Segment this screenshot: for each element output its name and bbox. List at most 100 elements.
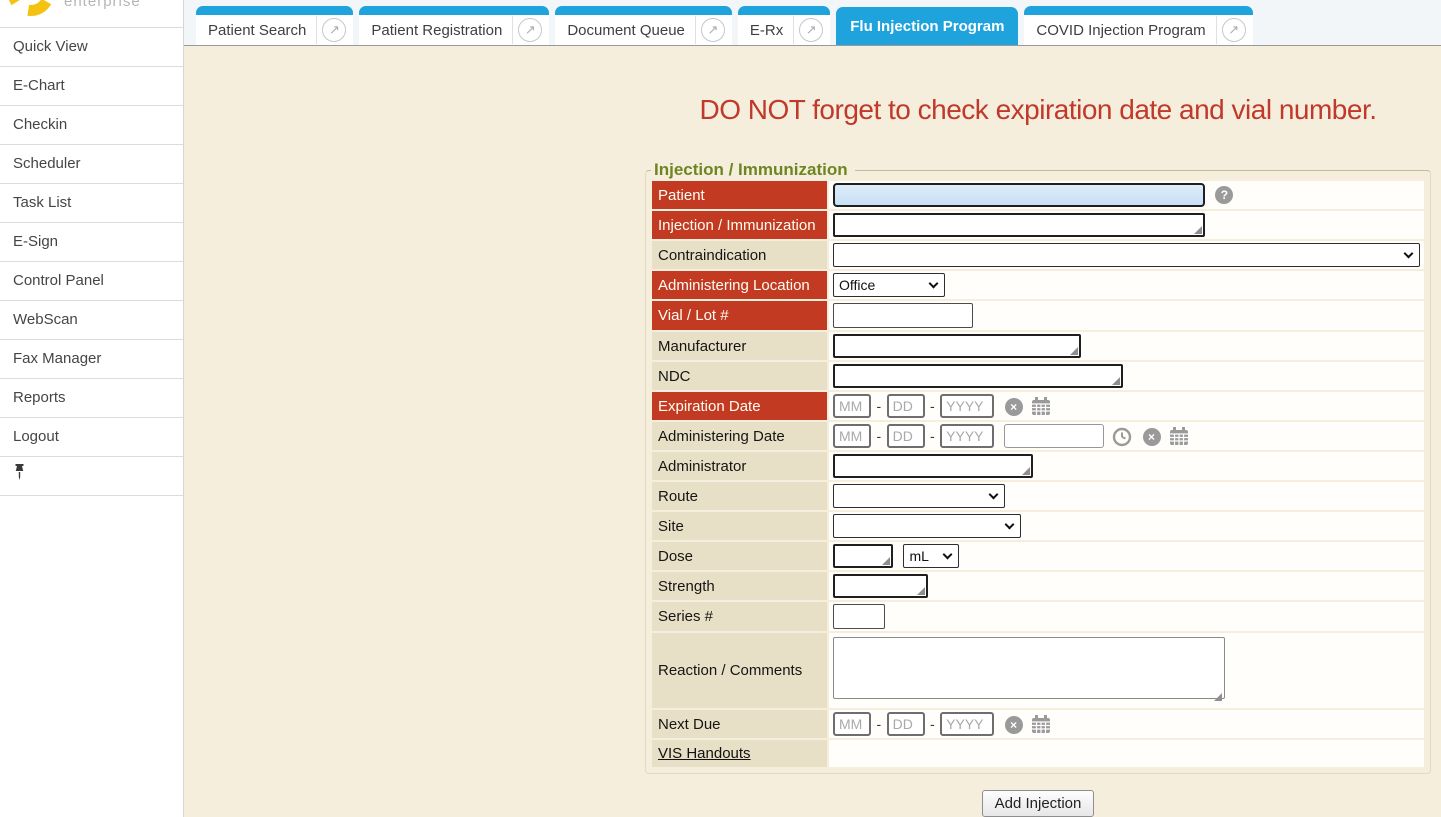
- route-select[interactable]: [833, 484, 1005, 508]
- table-row: Next Due - - ×: [652, 710, 1424, 738]
- tab-separator: [316, 16, 317, 44]
- next-due-year-input[interactable]: [940, 712, 994, 736]
- popout-arrow-icon[interactable]: ↗: [322, 18, 346, 42]
- pin-sidebar-button[interactable]: [0, 457, 183, 496]
- field-label-contraindication: Contraindication: [652, 241, 827, 269]
- ndc-input[interactable]: [833, 364, 1123, 388]
- calendar-icon[interactable]: [1031, 397, 1051, 417]
- next-due-day-input[interactable]: [887, 712, 925, 736]
- table-row: Dose mL: [652, 542, 1424, 570]
- sidebar-item-quick-view[interactable]: Quick View: [0, 28, 183, 67]
- patient-input[interactable]: [833, 183, 1205, 207]
- sidebar-item-control-panel[interactable]: Control Panel: [0, 262, 183, 301]
- expiration-month-input[interactable]: [833, 394, 871, 418]
- tab-label: COVID Injection Program: [1036, 22, 1215, 39]
- sidebar-item-webscan[interactable]: WebScan: [0, 301, 183, 340]
- sidebar-item-e-chart[interactable]: E-Chart: [0, 67, 183, 106]
- help-icon[interactable]: ?: [1215, 186, 1233, 204]
- clear-date-icon[interactable]: ×: [1005, 716, 1023, 734]
- date-separator: -: [876, 398, 881, 414]
- popout-arrow-icon[interactable]: ↗: [799, 18, 823, 42]
- pushpin-icon: [13, 457, 26, 495]
- field-label-site: Site: [652, 512, 827, 540]
- field-label-patient: Patient: [652, 181, 827, 209]
- chevron-down-icon: [989, 489, 999, 499]
- sidebar-item-e-sign[interactable]: E-Sign: [0, 223, 183, 262]
- dose-input[interactable]: [833, 544, 893, 568]
- expiration-year-input[interactable]: [940, 394, 994, 418]
- vis-handouts-value-cell: [829, 740, 1424, 767]
- sidebar-item-logout[interactable]: Logout: [0, 418, 183, 457]
- field-label-administrator: Administrator: [652, 452, 827, 480]
- administering-location-select[interactable]: Office: [833, 273, 945, 297]
- administering-year-input[interactable]: [940, 424, 994, 448]
- calendar-icon[interactable]: [1031, 715, 1051, 735]
- table-row: VIS Handouts: [652, 740, 1424, 767]
- app-logo[interactable]: enterprise: [0, 0, 183, 28]
- injection-immunization-input[interactable]: [833, 213, 1205, 237]
- tab-covid-injection-program[interactable]: COVID Injection Program ↗: [1024, 6, 1252, 45]
- tab-patient-registration[interactable]: Patient Registration ↗: [359, 6, 549, 45]
- administrator-input[interactable]: [833, 454, 1033, 478]
- field-label-dose: Dose: [652, 542, 827, 570]
- series-input[interactable]: [833, 604, 885, 629]
- dose-unit-select[interactable]: mL: [903, 544, 959, 568]
- calendar-icon[interactable]: [1169, 427, 1189, 447]
- field-label-ndc: NDC: [652, 362, 827, 390]
- table-row: Administering Location Office: [652, 271, 1424, 299]
- field-label-reaction-comments: Reaction / Comments: [652, 633, 827, 708]
- administering-month-input[interactable]: [833, 424, 871, 448]
- clear-date-icon[interactable]: ×: [1143, 428, 1161, 446]
- site-select[interactable]: [833, 514, 1021, 538]
- tab-label: Document Queue: [567, 22, 695, 39]
- field-label-administering-location: Administering Location: [652, 271, 827, 299]
- tab-top-stripe: [196, 6, 353, 15]
- table-row: Administrator: [652, 452, 1424, 480]
- next-due-month-input[interactable]: [833, 712, 871, 736]
- popout-arrow-icon[interactable]: ↗: [518, 18, 542, 42]
- date-separator: -: [876, 716, 881, 732]
- vial-lot-input[interactable]: [833, 303, 973, 328]
- tab-top-stripe: [738, 6, 830, 15]
- administering-day-input[interactable]: [887, 424, 925, 448]
- popout-arrow-icon[interactable]: ↗: [1222, 18, 1246, 42]
- popout-arrow-icon[interactable]: ↗: [701, 18, 725, 42]
- sidebar: enterprise Quick View E-Chart Checkin Sc…: [0, 0, 184, 817]
- tab-flu-injection-program[interactable]: Flu Injection Program: [836, 7, 1018, 45]
- clock-icon[interactable]: [1112, 427, 1132, 447]
- table-row: Reaction / Comments: [652, 633, 1424, 708]
- tab-label: E-Rx: [750, 22, 793, 39]
- table-row: NDC: [652, 362, 1424, 390]
- tab-top-stripe: [1024, 6, 1252, 15]
- manufacturer-input[interactable]: [833, 334, 1081, 358]
- reaction-comments-textarea[interactable]: [833, 637, 1225, 699]
- administering-time-input[interactable]: [1004, 424, 1104, 448]
- sidebar-nav: Quick View E-Chart Checkin Scheduler Tas…: [0, 28, 183, 496]
- field-label-next-due: Next Due: [652, 710, 827, 738]
- vis-handouts-link[interactable]: VIS Handouts: [658, 745, 751, 762]
- table-row: Strength: [652, 572, 1424, 600]
- tab-document-queue[interactable]: Document Queue ↗: [555, 6, 732, 45]
- field-label-vis-handouts: VIS Handouts: [652, 740, 827, 767]
- sidebar-item-checkin[interactable]: Checkin: [0, 106, 183, 145]
- field-label-administering-date: Administering Date: [652, 422, 827, 450]
- contraindication-select[interactable]: [833, 243, 1420, 267]
- tab-e-rx[interactable]: E-Rx ↗: [738, 6, 830, 45]
- table-row: Route: [652, 482, 1424, 510]
- sidebar-item-reports[interactable]: Reports: [0, 379, 183, 418]
- sidebar-item-task-list[interactable]: Task List: [0, 184, 183, 223]
- expiration-day-input[interactable]: [887, 394, 925, 418]
- chevron-down-icon: [929, 278, 939, 288]
- table-row: Series #: [652, 602, 1424, 631]
- injection-immunization-form: Injection / Immunization Patient ? Injec…: [645, 170, 1431, 774]
- add-injection-button[interactable]: Add Injection: [982, 790, 1095, 817]
- logo-text: enterprise: [64, 0, 141, 10]
- tab-separator: [1216, 16, 1217, 44]
- tab-patient-search[interactable]: Patient Search ↗: [196, 6, 353, 45]
- sidebar-item-scheduler[interactable]: Scheduler: [0, 145, 183, 184]
- form-legend: Injection / Immunization: [651, 160, 855, 180]
- strength-input[interactable]: [833, 574, 928, 598]
- field-label-series: Series #: [652, 602, 827, 631]
- clear-date-icon[interactable]: ×: [1005, 398, 1023, 416]
- sidebar-item-fax-manager[interactable]: Fax Manager: [0, 340, 183, 379]
